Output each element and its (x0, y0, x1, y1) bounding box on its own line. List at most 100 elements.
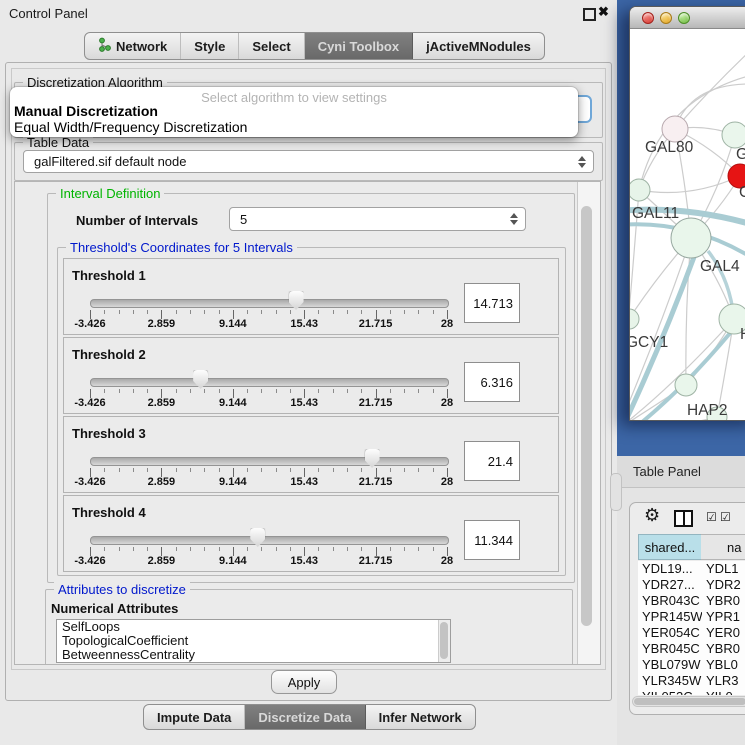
tab-infer-network[interactable]: Infer Network (366, 705, 475, 729)
tick-label: 21.715 (348, 476, 404, 488)
splitter-grip[interactable] (610, 473, 622, 511)
attributes-list-scrollbar[interactable] (438, 620, 450, 662)
node-label: GAL11 (632, 205, 679, 222)
network-node[interactable] (722, 122, 745, 148)
table-row[interactable]: YBL079WYBL0 (638, 657, 745, 673)
gear-icon[interactable]: ⚙ (644, 505, 660, 526)
float-window-icon[interactable] (583, 8, 596, 21)
table-row[interactable]: YDL19...YDL1 (638, 561, 745, 577)
network-node[interactable] (675, 374, 697, 396)
table-row[interactable]: YBR045CYBR0 (638, 641, 745, 657)
threshold-value-field[interactable]: 11.344 (464, 520, 520, 560)
minimize-traffic-light-icon[interactable] (660, 12, 672, 24)
table-data-group: Table Data galFiltered.sif default node (14, 142, 603, 181)
settings-scrollbar[interactable] (577, 182, 600, 664)
tick-label: 9.144 (205, 476, 261, 488)
table-row[interactable]: YBR043CYBR0 (638, 593, 745, 609)
table-row[interactable]: YLR345WYLR3 (638, 673, 745, 689)
attributes-list[interactable]: SelfLoopsTopologicalCoefficientBetweenne… (56, 619, 451, 663)
combo-spinner-icon (578, 156, 586, 168)
attribute-item-betweennesscentrality[interactable]: BetweennessCentrality (57, 648, 450, 662)
thresholds-group-title: Threshold's Coordinates for 5 Intervals (66, 240, 297, 255)
combo-spinner-icon (510, 213, 518, 225)
apply-button[interactable]: Apply (271, 670, 337, 694)
tab-discretize-data[interactable]: Discretize Data (245, 705, 365, 729)
network-icon (98, 37, 111, 55)
threshold-value-field[interactable]: 14.713 (464, 283, 520, 323)
table-panel-header: Table Panel (617, 456, 745, 488)
algorithm-option-equal-width-frequency-discretization[interactable]: Equal Width/Frequency Discretization (14, 119, 247, 135)
tick-label: 9.144 (205, 555, 261, 567)
tick-label: 21.715 (348, 318, 404, 330)
network-window-titlebar[interactable] (630, 7, 745, 29)
threshold-panel-3: Threshold 3-3.4262.8599.14415.4321.71528… (63, 416, 559, 493)
tab-cyni-toolbox[interactable]: Cyni Toolbox (305, 33, 413, 59)
node-label: GAL80 (645, 139, 694, 156)
network-node[interactable] (630, 309, 639, 329)
slider-track[interactable] (90, 378, 449, 387)
tick-label: 2.859 (133, 476, 189, 488)
column-header-shared[interactable]: shared... (638, 534, 702, 560)
slider-track[interactable] (90, 457, 449, 466)
close-traffic-light-icon[interactable] (642, 12, 654, 24)
num-intervals-combobox[interactable]: 5 (229, 207, 526, 231)
column-header-name[interactable]: na (701, 534, 745, 560)
checkbox-icon[interactable]: ☑ (706, 510, 717, 524)
tab-style[interactable]: Style (181, 33, 239, 59)
table-data-combobox[interactable]: galFiltered.sif default node (23, 150, 594, 173)
tab-label: Network (116, 39, 167, 54)
attributes-group-title: Attributes to discretize (54, 582, 190, 597)
tick-label: -3.426 (62, 555, 118, 567)
tick-label: 15.43 (276, 555, 332, 567)
network-node[interactable] (630, 179, 650, 201)
attribute-item-selfloops[interactable]: SelfLoops (57, 620, 450, 634)
node-label: C (739, 184, 745, 201)
table-row[interactable]: YIL052CYIL0 (638, 689, 745, 695)
tab-select[interactable]: Select (239, 33, 304, 59)
threshold-value-field[interactable]: 6.316 (464, 362, 520, 402)
threshold-label: Threshold 2 (72, 347, 146, 362)
network-node[interactable] (671, 218, 711, 258)
table-row[interactable]: YER054CYER0 (638, 625, 745, 641)
tick-label: 21.715 (348, 397, 404, 409)
table-panel-title: Table Panel (633, 464, 701, 479)
settings-scroll-area: Interval Definition Number of Intervals … (14, 181, 601, 665)
network-graph: GAL80GACGAL11GAL4GCY1HHAP2 (630, 29, 745, 420)
tab-network[interactable]: Network (85, 33, 181, 59)
threshold-value-field[interactable]: 21.4 (464, 441, 520, 481)
node-label: HAP2 (687, 402, 728, 419)
node-label: GAL4 (700, 258, 740, 275)
tab-label: Discretize Data (258, 710, 351, 725)
checkbox-icon[interactable]: ☑ (720, 510, 731, 524)
algorithm-dropdown-popup: Select algorithm to view settings Manual… (10, 87, 578, 137)
top-tab-bar: Network Style Select Cyni Toolbox jActiveMNo… (84, 32, 545, 60)
tab-impute-data[interactable]: Impute Data (144, 705, 245, 729)
tick-label: -3.426 (62, 476, 118, 488)
tab-label: Style (194, 39, 225, 54)
network-edge (639, 176, 740, 193)
network-canvas[interactable]: GAL80GACGAL11GAL4GCY1HHAP2 (630, 29, 745, 420)
tick-label: 2.859 (133, 555, 189, 567)
threshold-label: Threshold 3 (72, 426, 146, 441)
table-data-group-title: Table Data (23, 135, 93, 150)
table-row[interactable]: YDR27...YDR2 (638, 577, 745, 593)
tick-label: 9.144 (205, 318, 261, 330)
columns-icon[interactable] (674, 510, 693, 527)
table-row[interactable]: YPR145WYPR1 (638, 609, 745, 625)
tab-jactivemnodules[interactable]: jActiveMNodules (413, 33, 544, 59)
algorithm-option-manual-discretization[interactable]: Manual Discretization (14, 103, 158, 119)
attribute-item-topologicalcoefficient[interactable]: TopologicalCoefficient (57, 634, 450, 648)
slider-track[interactable] (90, 299, 449, 308)
close-icon[interactable]: ✖ (598, 4, 609, 20)
tick-label: 2.859 (133, 397, 189, 409)
table-horizontal-scrollbar[interactable] (632, 696, 745, 707)
threshold-panel-2: Threshold 2-3.4262.8599.14415.4321.71528… (63, 337, 559, 414)
tick-label: 9.144 (205, 397, 261, 409)
tick-label: 2.859 (133, 318, 189, 330)
slider-track[interactable] (90, 536, 449, 545)
tab-label: Cyni Toolbox (318, 39, 399, 54)
zoom-traffic-light-icon[interactable] (678, 12, 690, 24)
threshold-label: Threshold 1 (72, 268, 146, 283)
node-label: GA (736, 146, 745, 163)
interval-definition-title: Interval Definition (56, 186, 164, 201)
